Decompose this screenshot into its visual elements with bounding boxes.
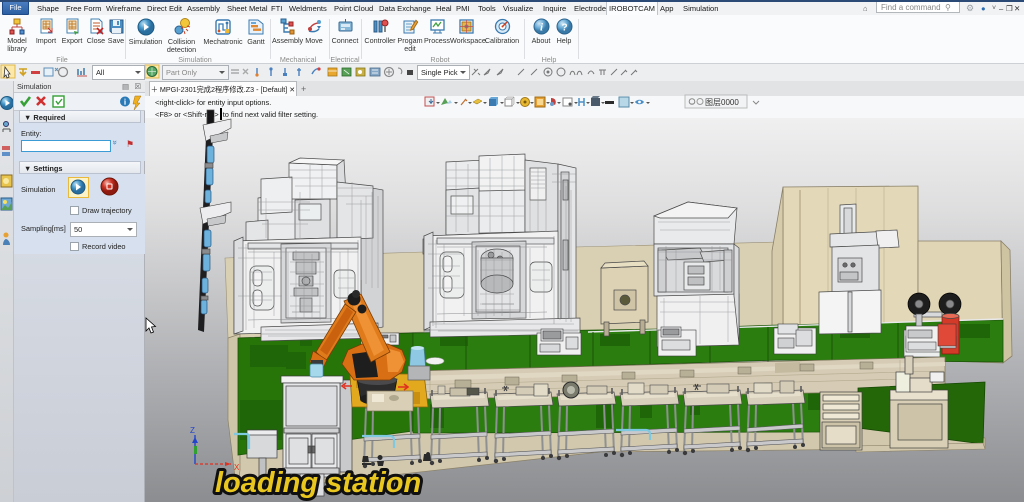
- svg-text:图层0000: 图层0000: [705, 98, 739, 107]
- svg-text:Z: Z: [190, 426, 195, 435]
- svg-text:?: ?: [561, 23, 567, 34]
- svg-text:loading station: loading station: [215, 467, 421, 499]
